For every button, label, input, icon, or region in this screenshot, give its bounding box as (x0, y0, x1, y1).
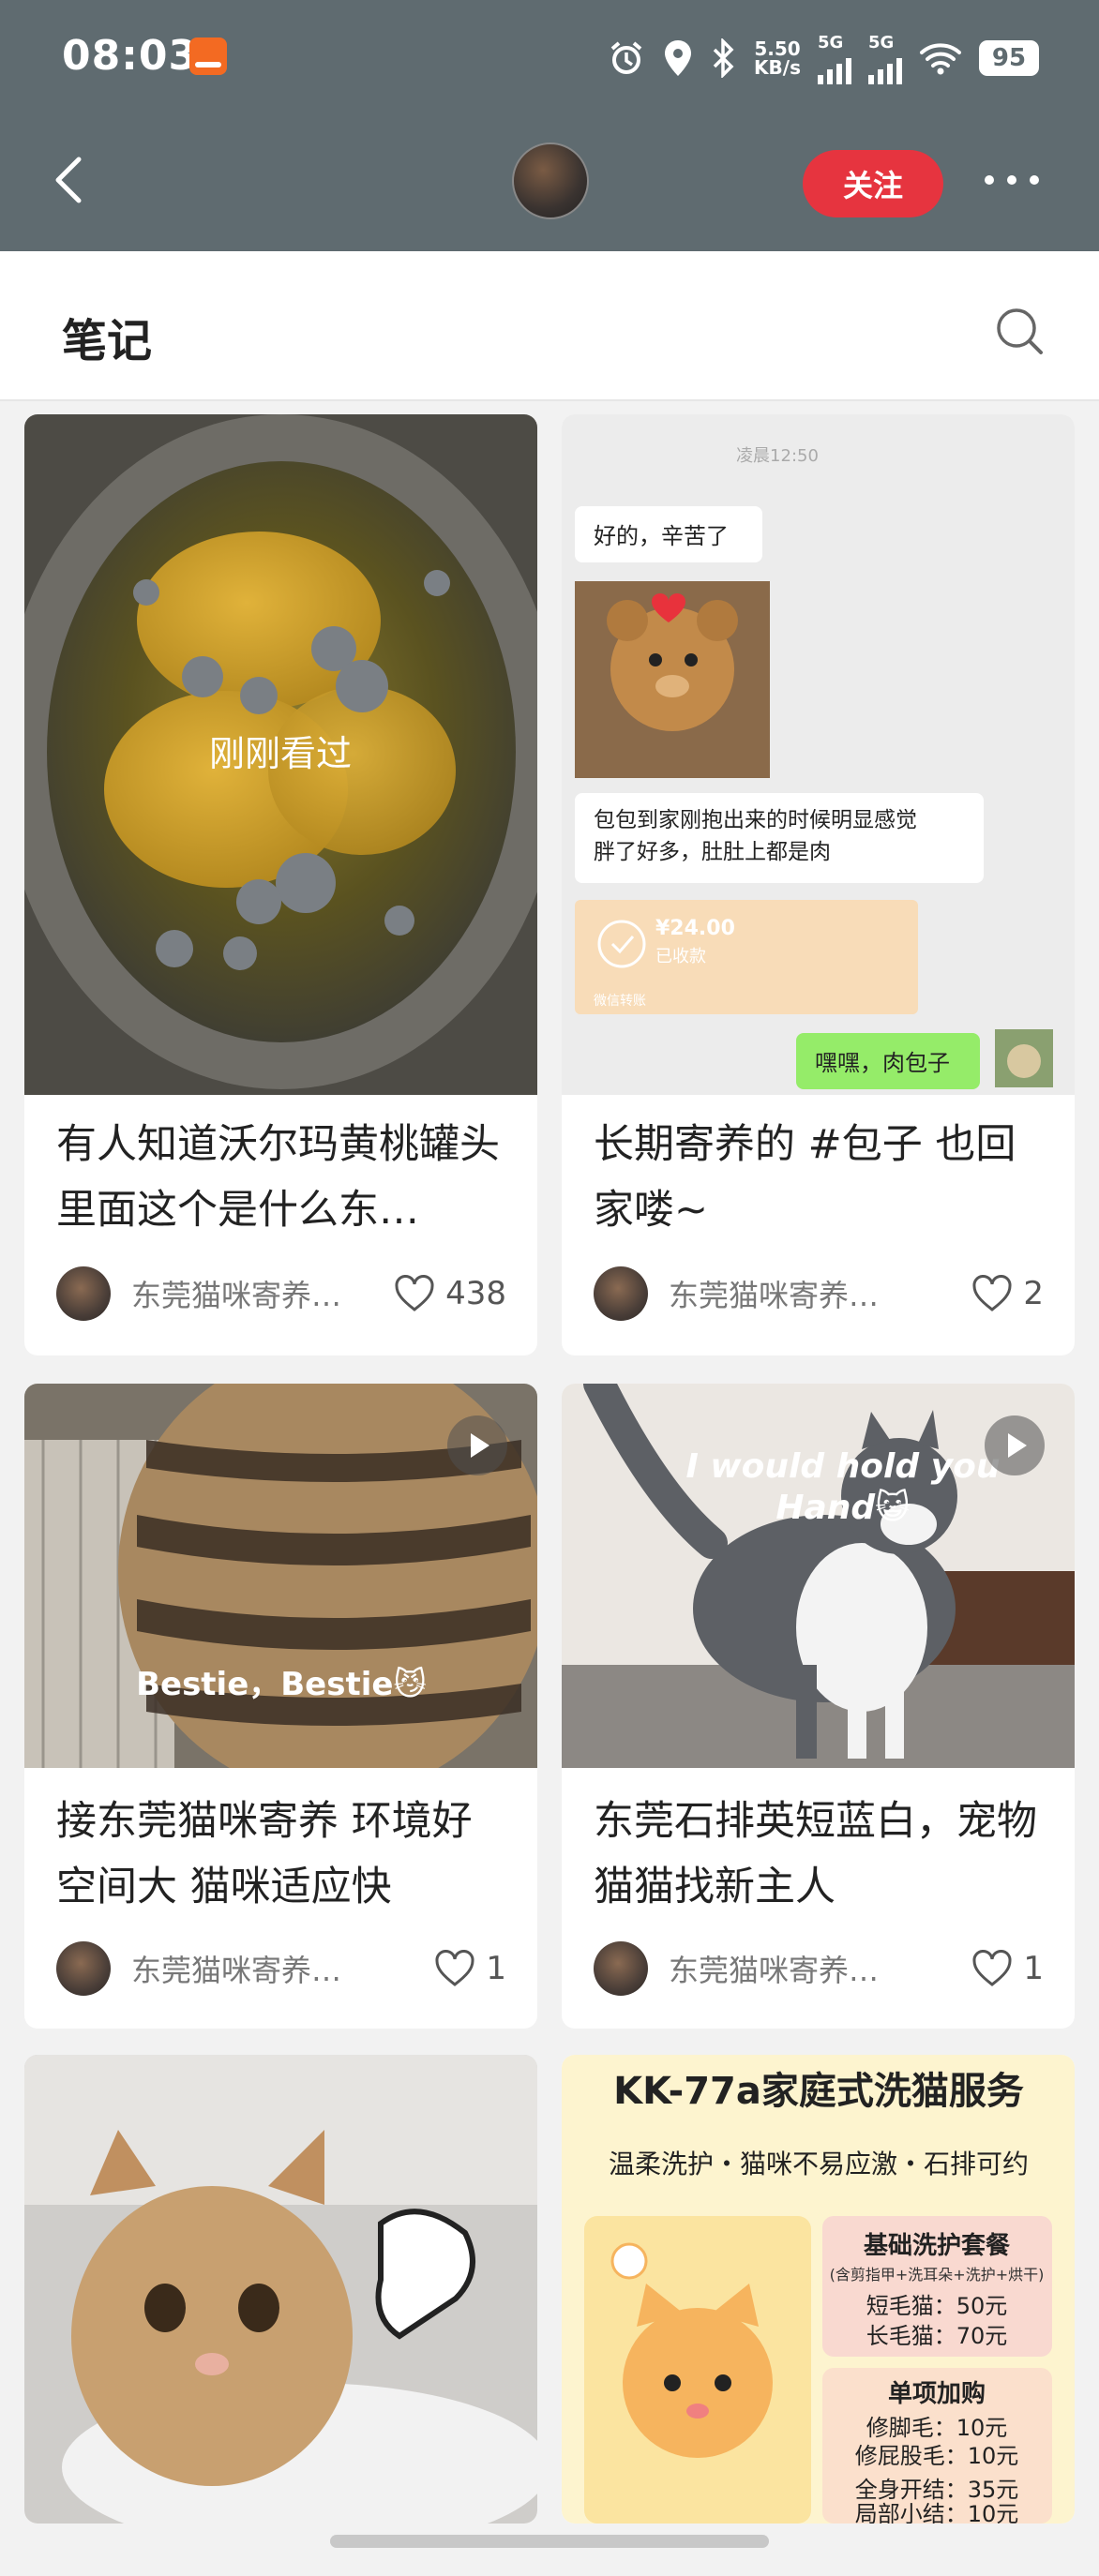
net-speed-unit: KB/s (754, 56, 801, 79)
note-title: 有人知道沃尔玛黄桃罐头里面这个是什么东… (56, 1121, 500, 1234)
note-title: 接东莞猫咪寄养 环境好空间大 猫咪适应快 (56, 1798, 473, 1910)
section-title: 笔记 (62, 315, 153, 367)
note-card[interactable] (24, 2055, 537, 2524)
note-meta: 东莞猫咪寄养… 2 (594, 1266, 1044, 1322)
author-name: 东莞猫咪寄养… (669, 1953, 880, 1988)
note-title: 长期寄养的 #包子 也回家喽~ (594, 1121, 1016, 1234)
chat-msg-1: 好的，辛苦了 (594, 523, 729, 549)
package-note: (含剪指甲+洗耳朵+洗护+烘干) (830, 2266, 1045, 2284)
home-indicator[interactable] (330, 2535, 769, 2548)
note-cover-image: 刚刚看过 (24, 414, 537, 1095)
note-cover-image (24, 2055, 537, 2524)
chat-time: 凌晨12:50 (736, 446, 819, 466)
price-long-hair: 长毛猫：70元 (866, 2323, 1008, 2349)
addon-3: 全身开结：35元 (855, 2477, 1019, 2503)
note-cover-image: 凌晨12:50 好的，辛苦了 包包到家刚抱出来的时候明显感觉 胖了好多，肚肚上都… (562, 414, 1075, 1095)
transfer-status: 已收款 (655, 947, 706, 966)
status-icons: 5.50 KB/s 5G 5G 95 (608, 32, 1039, 84)
addon-2: 修屁股毛：10元 (855, 2443, 1019, 2469)
search-button[interactable] (994, 306, 1045, 356)
addon-4: 局部小结：10元 (855, 2501, 1019, 2524)
chevron-left-icon (55, 157, 82, 203)
note-card[interactable]: Bestie，Bestie😼 接东莞猫咪寄养 环境好空间大 猫咪适应快 东莞猫咪… (24, 1384, 537, 2029)
wifi-icon (919, 37, 962, 79)
note-cover-image: KK-77a家庭式洗猫服务 温柔洗护・猫咪不易应激・石排可约 基础洗护套餐 (含… (562, 2055, 1075, 2524)
like-count: 438 (445, 1275, 506, 1312)
package-title: 基础洗护套餐 (864, 2232, 1011, 2260)
addon-1: 修脚毛：10元 (866, 2415, 1008, 2441)
poster-title: KK-77a家庭式洗猫服务 (613, 2070, 1024, 2113)
more-options-button[interactable] (985, 161, 1046, 199)
addon-title: 单项加购 (888, 2380, 986, 2408)
poster-subtitle: 温柔洗护・猫咪不易应激・石排可约 (609, 2149, 1029, 2179)
signal-2-label: 5G (868, 32, 895, 52)
note-card[interactable]: I would hold you Hand😺 东莞石排英短蓝白，宠物猫猫找新主人… (562, 1384, 1075, 2029)
transfer-label: 微信转账 (594, 994, 646, 1009)
heart-icon (395, 1275, 434, 1311)
note-meta: 东莞猫咪寄养… 1 (56, 1940, 506, 1997)
author-avatar (594, 1941, 648, 1996)
nav-bar: 关注 (0, 131, 1099, 251)
net-speed-value: 5.50 (754, 37, 801, 60)
taobao-notification-icon (189, 37, 227, 75)
author-name: 东莞猫咪寄养… (669, 1278, 880, 1313)
note-card[interactable]: 凌晨12:50 好的，辛苦了 包包到家刚抱出来的时候明显感觉 胖了好多，肚肚上都… (562, 414, 1075, 1355)
back-button[interactable] (41, 150, 101, 210)
note-card[interactable]: 刚刚看过 有人知道沃尔玛黄桃罐头里面这个是什么东… 东莞猫咪寄养… 438 (24, 414, 537, 1355)
heart-icon (435, 1950, 474, 1986)
note-meta: 东莞猫咪寄养… 1 (594, 1940, 1044, 1997)
like-count: 1 (1023, 1950, 1044, 1987)
note-meta: 东莞猫咪寄养… 438 (56, 1266, 506, 1322)
like-button[interactable]: 1 (971, 1949, 1044, 1988)
heart-icon (972, 1950, 1012, 1986)
signal-1-icon: 5G (818, 33, 851, 84)
like-button[interactable]: 1 (433, 1949, 506, 1988)
notes-section-header: 笔记 (0, 251, 1099, 401)
like-count: 1 (486, 1950, 506, 1987)
like-button[interactable]: 438 (393, 1274, 506, 1313)
location-icon (662, 37, 694, 79)
price-short-hair: 短毛猫：50元 (866, 2293, 1008, 2319)
transfer-amount: ¥24.00 (655, 917, 735, 940)
play-icon (985, 1415, 1045, 1475)
author-name: 东莞猫咪寄养… (131, 1953, 342, 1988)
video-caption: Bestie，Bestie😼 (136, 1666, 427, 1703)
viewed-overlay: 刚刚看过 (209, 733, 352, 774)
top-header: 08:03 5.50 KB/s 5G 5G 95 关注 (0, 0, 1099, 251)
author-avatar (594, 1266, 648, 1321)
author-name: 东莞猫咪寄养… (131, 1278, 342, 1313)
author-avatar (56, 1941, 111, 1996)
heart-icon (972, 1275, 1012, 1311)
author-avatar (56, 1266, 111, 1321)
video-caption-2: Hand😺 (775, 1489, 910, 1527)
like-count: 2 (1023, 1275, 1044, 1312)
like-button[interactable]: 2 (971, 1274, 1044, 1313)
status-time: 08:03 (62, 32, 199, 80)
net-speed: 5.50 KB/s (754, 37, 801, 79)
chat-reply: 嘿嘿，肉包子 (815, 1050, 950, 1076)
status-bar: 08:03 5.50 KB/s 5G 5G 95 (0, 0, 1099, 112)
alarm-icon (608, 37, 645, 79)
note-card[interactable]: KK-77a家庭式洗猫服务 温柔洗护・猫咪不易应激・石排可约 基础洗护套餐 (含… (562, 2055, 1075, 2524)
profile-avatar[interactable] (512, 142, 589, 219)
signal-1-label: 5G (818, 32, 844, 52)
signal-2-icon: 5G (868, 33, 902, 84)
search-icon (997, 308, 1043, 354)
bluetooth-icon (711, 37, 737, 79)
battery-icon: 95 (979, 40, 1039, 76)
note-title: 东莞石排英短蓝白，宠物猫猫找新主人 (594, 1798, 1037, 1910)
play-icon (447, 1415, 507, 1475)
follow-button[interactable]: 关注 (803, 150, 943, 217)
video-caption-1: I would hold you (685, 1447, 1000, 1486)
